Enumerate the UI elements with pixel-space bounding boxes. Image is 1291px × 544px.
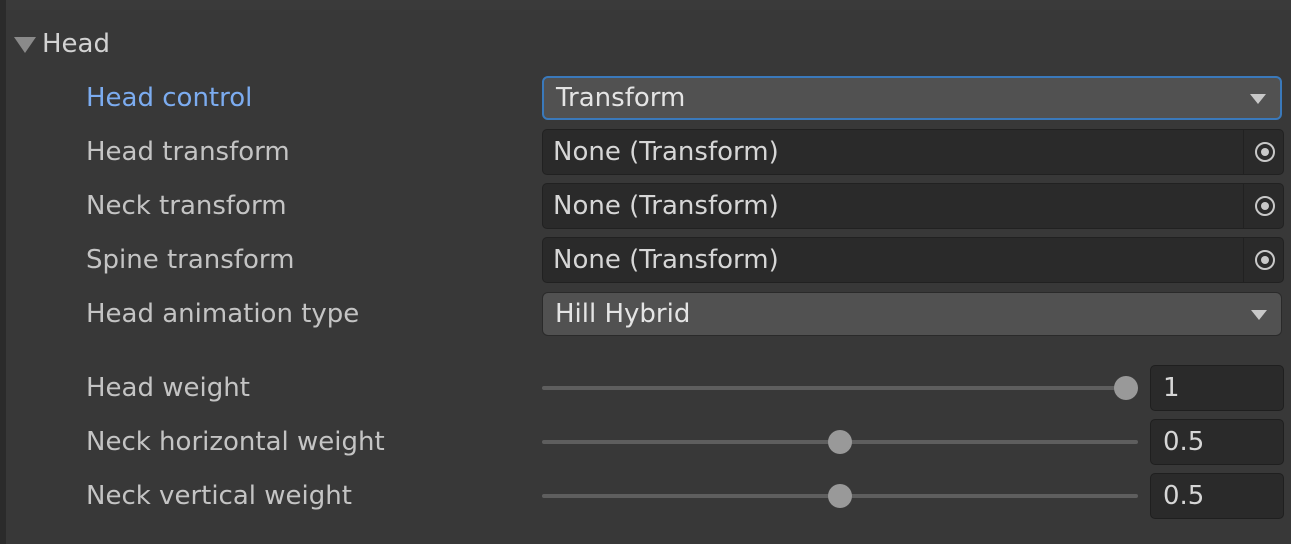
row-head-weight: Head weight 1 <box>0 364 1291 412</box>
dropdown-arrow-icon <box>1251 310 1267 320</box>
row-head-animation-type: Head animation type Hill Hybrid <box>0 290 1291 338</box>
head-transform-value: None (Transform) <box>553 137 779 167</box>
object-picker-icon <box>1255 142 1275 162</box>
head-weight-slider[interactable] <box>542 364 1138 412</box>
neck-horizontal-weight-label: Neck horizontal weight <box>86 427 385 457</box>
slider-thumb[interactable] <box>828 484 852 508</box>
head-animation-type-value: Hill Hybrid <box>555 299 691 329</box>
head-control-dropdown[interactable]: Transform <box>542 76 1282 120</box>
neck-transform-label: Neck transform <box>86 191 287 221</box>
head-transform-picker-button[interactable] <box>1244 129 1284 175</box>
head-foldout[interactable]: Head <box>14 24 110 64</box>
spine-transform-picker-button[interactable] <box>1244 237 1284 283</box>
head-transform-label: Head transform <box>86 137 290 167</box>
inspector-panel: Head Head control Transform Head transfo… <box>0 0 1291 544</box>
neck-transform-picker-button[interactable] <box>1244 183 1284 229</box>
head-weight-label: Head weight <box>86 373 250 403</box>
neck-vertical-weight-label: Neck vertical weight <box>86 481 352 511</box>
head-transform-field[interactable]: None (Transform) <box>542 129 1244 175</box>
slider-thumb[interactable] <box>828 430 852 454</box>
row-head-transform: Head transform None (Transform) <box>0 128 1291 176</box>
object-picker-icon <box>1255 196 1275 216</box>
row-neck-horizontal-weight: Neck horizontal weight 0.5 <box>0 418 1291 466</box>
head-animation-type-label: Head animation type <box>86 299 360 329</box>
foldout-expanded-icon[interactable] <box>14 37 36 53</box>
head-animation-type-dropdown[interactable]: Hill Hybrid <box>542 292 1282 336</box>
spine-transform-field[interactable]: None (Transform) <box>542 237 1244 283</box>
head-control-label: Head control <box>86 83 253 113</box>
slider-thumb[interactable] <box>1114 376 1138 400</box>
neck-transform-value: None (Transform) <box>553 191 779 221</box>
neck-horizontal-weight-value: 0.5 <box>1163 427 1205 457</box>
slider-track[interactable] <box>542 386 1138 390</box>
neck-vertical-weight-slider[interactable] <box>542 472 1138 520</box>
spine-transform-label: Spine transform <box>86 245 295 275</box>
row-neck-transform: Neck transform None (Transform) <box>0 182 1291 230</box>
neck-vertical-weight-value: 0.5 <box>1163 481 1205 511</box>
neck-vertical-weight-input[interactable]: 0.5 <box>1150 473 1284 519</box>
object-picker-icon <box>1255 250 1275 270</box>
head-control-value: Transform <box>556 83 686 113</box>
head-weight-value: 1 <box>1163 373 1180 403</box>
row-head-control: Head control Transform <box>0 74 1291 122</box>
neck-transform-field[interactable]: None (Transform) <box>542 183 1244 229</box>
row-spine-transform: Spine transform None (Transform) <box>0 236 1291 284</box>
top-strip <box>0 0 1291 10</box>
dropdown-arrow-icon <box>1250 94 1266 104</box>
head-weight-input[interactable]: 1 <box>1150 365 1284 411</box>
spine-transform-value: None (Transform) <box>553 245 779 275</box>
neck-horizontal-weight-slider[interactable] <box>542 418 1138 466</box>
row-neck-vertical-weight: Neck vertical weight 0.5 <box>0 472 1291 520</box>
foldout-title[interactable]: Head <box>42 29 110 59</box>
neck-horizontal-weight-input[interactable]: 0.5 <box>1150 419 1284 465</box>
